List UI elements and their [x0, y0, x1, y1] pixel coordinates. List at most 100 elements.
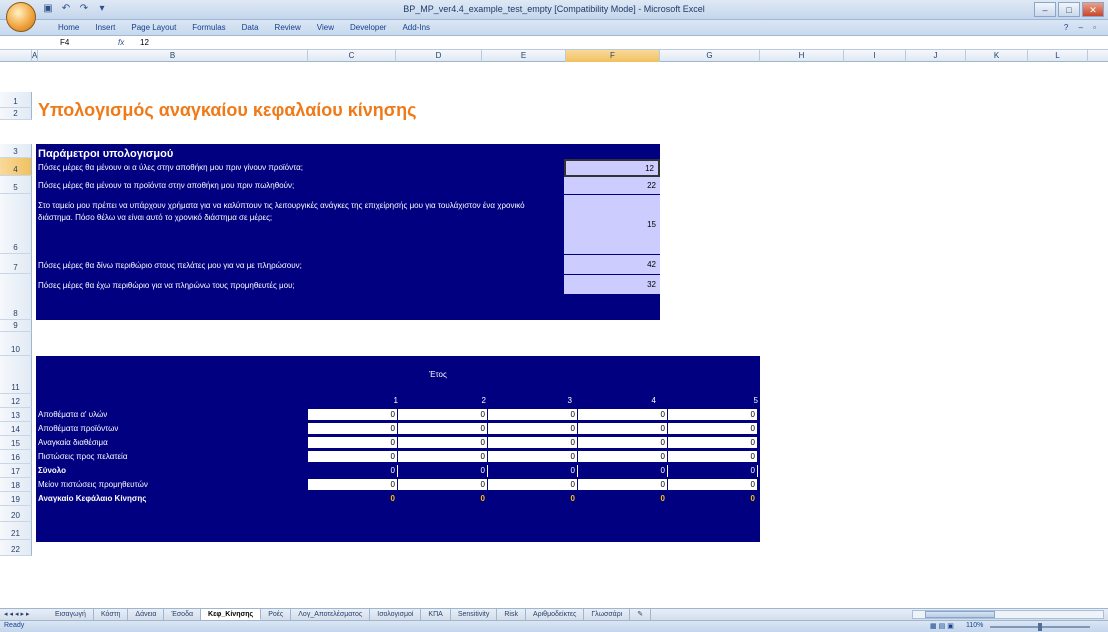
sheet-tab[interactable]: Κόστη [94, 609, 129, 620]
row-header-6[interactable]: 6 [0, 194, 32, 254]
table-cell[interactable]: 0 [668, 409, 758, 421]
maximize-button[interactable]: □ [1058, 2, 1080, 17]
column-header-l[interactable]: L [1028, 50, 1088, 62]
column-header-f[interactable]: F [566, 50, 660, 62]
table-cell[interactable]: 0 [308, 493, 398, 505]
office-button[interactable] [6, 2, 36, 32]
row-header-17[interactable]: 17 [0, 464, 32, 478]
select-all-corner[interactable] [0, 50, 32, 62]
row-header-12[interactable]: 12 [0, 394, 32, 408]
row-header-18[interactable]: 18 [0, 478, 32, 492]
sheet-tab[interactable]: Ροές [261, 609, 292, 620]
help-icon[interactable]: ? – ▫ [1064, 23, 1100, 32]
table-cell[interactable]: 0 [488, 465, 578, 477]
sheet-tab[interactable]: Risk [497, 609, 526, 620]
table-cell[interactable]: 0 [488, 493, 578, 505]
column-header-e[interactable]: E [482, 50, 566, 62]
table-cell[interactable]: 0 [668, 479, 758, 491]
sheet-tab[interactable]: Ισολογισμοί [370, 609, 422, 620]
zoom-level[interactable]: 110% [966, 622, 983, 629]
table-cell[interactable]: 0 [668, 423, 758, 435]
row-header-22[interactable]: 22 [0, 540, 32, 556]
name-box[interactable]: F4 [40, 37, 118, 48]
row-header-1[interactable]: 1 [0, 92, 32, 108]
row-header-15[interactable]: 15 [0, 436, 32, 450]
sheet-nav-arrows-icon[interactable]: ◂◂◂▸▸ [4, 610, 32, 618]
sheet-tab[interactable]: Γλωσσάρι [584, 609, 631, 620]
zoom-slider[interactable] [990, 623, 1090, 631]
table-cell[interactable]: 0 [668, 451, 758, 463]
row-header-20[interactable]: 20 [0, 506, 32, 522]
tab-add-ins[interactable]: Add-Ins [402, 23, 430, 32]
row-header-14[interactable]: 14 [0, 422, 32, 436]
table-cell[interactable]: 0 [398, 437, 488, 449]
sheet-tab[interactable]: Δάνεια [128, 609, 165, 620]
column-header-j[interactable]: J [906, 50, 966, 62]
column-header-b[interactable]: B [38, 50, 308, 62]
tab-page-layout[interactable]: Page Layout [131, 23, 176, 32]
horizontal-scrollbar[interactable] [912, 610, 1104, 619]
sheet-tab[interactable]: ΚΠΑ [421, 609, 451, 620]
table-cell[interactable]: 0 [398, 409, 488, 421]
table-cell[interactable]: 0 [578, 479, 668, 491]
zoom-slider-thumb[interactable] [1038, 623, 1042, 631]
row-header-11[interactable]: 11 [0, 356, 32, 394]
worksheet-grid[interactable]: 1 2 3 4 5 6 7 8 9 10 11 12 13 14 15 16 1… [0, 62, 1108, 608]
column-header-c[interactable]: C [308, 50, 396, 62]
row-header-16[interactable]: 16 [0, 450, 32, 464]
table-cell[interactable]: 0 [578, 423, 668, 435]
row-header-8[interactable]: 8 [0, 274, 32, 320]
table-cell[interactable]: 0 [398, 493, 488, 505]
table-cell[interactable]: 0 [398, 465, 488, 477]
insert-function-icon[interactable]: fx [118, 37, 124, 48]
table-cell[interactable]: 0 [308, 479, 398, 491]
row-header-21[interactable]: 21 [0, 522, 32, 540]
tab-data[interactable]: Data [242, 23, 259, 32]
table-cell[interactable]: 0 [488, 451, 578, 463]
column-header-k[interactable]: K [966, 50, 1028, 62]
sheet-tab[interactable]: Εισαγωγή [48, 609, 94, 620]
row-header-19[interactable]: 19 [0, 492, 32, 506]
table-cell[interactable]: 0 [398, 451, 488, 463]
tab-review[interactable]: Review [275, 23, 301, 32]
table-cell[interactable]: 0 [308, 451, 398, 463]
table-cell[interactable]: 0 [308, 437, 398, 449]
column-header-g[interactable]: G [660, 50, 760, 62]
table-cell[interactable]: 0 [488, 409, 578, 421]
table-cell[interactable]: 0 [578, 493, 668, 505]
table-cell[interactable]: 0 [668, 465, 758, 477]
insert-sheet-icon[interactable]: ✎ [630, 609, 652, 620]
table-cell[interactable]: 0 [578, 451, 668, 463]
tab-insert[interactable]: Insert [95, 23, 115, 32]
formula-input[interactable]: 12 [140, 37, 149, 48]
sheet-tab[interactable]: Λογ_Αποτελέσματος [291, 609, 371, 620]
row-header-7[interactable]: 7 [0, 254, 32, 274]
minimize-button[interactable]: – [1034, 2, 1056, 17]
sheet-tab-active[interactable]: Κεφ_Κίνησης [201, 609, 262, 620]
table-cell[interactable]: 0 [578, 437, 668, 449]
table-cell[interactable]: 0 [308, 465, 398, 477]
param-value-1[interactable]: 12 [564, 159, 660, 177]
sheet-tab[interactable]: Αριθμοδείκτες [526, 609, 585, 620]
table-cell[interactable]: 0 [308, 409, 398, 421]
column-header-h[interactable]: H [760, 50, 844, 62]
scrollbar-thumb[interactable] [925, 611, 995, 618]
sheet-tab[interactable]: Έσοδα [164, 609, 202, 620]
row-header-9[interactable]: 9 [0, 320, 32, 332]
row-header-4[interactable]: 4 [0, 158, 32, 176]
table-cell[interactable]: 0 [668, 437, 758, 449]
table-cell[interactable]: 0 [488, 479, 578, 491]
tab-formulas[interactable]: Formulas [192, 23, 225, 32]
table-cell[interactable]: 0 [578, 409, 668, 421]
row-header-5[interactable]: 5 [0, 176, 32, 194]
tab-developer[interactable]: Developer [350, 23, 386, 32]
view-buttons-icon[interactable]: ▦▤▣ [930, 622, 956, 630]
tab-view[interactable]: View [317, 23, 334, 32]
table-cell[interactable]: 0 [578, 465, 668, 477]
param-value-3[interactable]: 15 [564, 195, 660, 255]
table-cell[interactable]: 0 [398, 423, 488, 435]
column-header-d[interactable]: D [396, 50, 482, 62]
table-cell[interactable]: 0 [308, 423, 398, 435]
column-header-i[interactable]: I [844, 50, 906, 62]
row-header-10[interactable]: 10 [0, 332, 32, 356]
